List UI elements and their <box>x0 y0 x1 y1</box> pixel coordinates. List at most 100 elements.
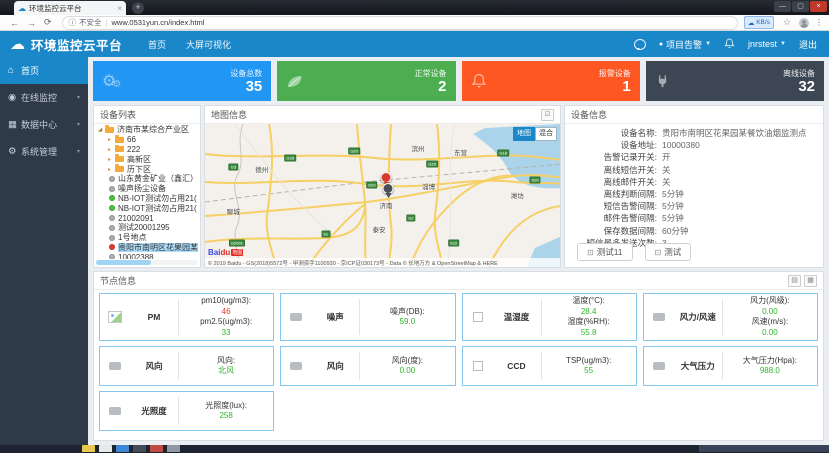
stat-card-报警设备[interactable]: 报警设备 1 <box>461 61 640 101</box>
map-canvas[interactable]: 济南 泰安 淄博 东营 滨州 德州 聊城 潍坊 G20 G35 G3 G20 G25 G2 S1 G2001… <box>205 124 560 267</box>
top-nav-item[interactable]: 大屏可视化 <box>186 38 231 51</box>
test-button[interactable]: ⊡ 测试 <box>644 243 692 261</box>
sensor-card-风向[interactable]: 风向 风向: 北风 <box>99 346 275 386</box>
sensor-card-光照度[interactable]: 光照度 光照度(lux): 258 <box>99 391 275 431</box>
bell-icon[interactable] <box>724 38 735 51</box>
tree-item[interactable]: 噪声扬尘设备 <box>96 184 198 194</box>
panel-collapse-icon[interactable]: ⊡ <box>541 108 554 121</box>
logout-button[interactable]: 退出 <box>799 38 817 51</box>
map-pin-offline-icon[interactable] <box>382 183 394 199</box>
tree-caret-icon[interactable]: ▸ <box>108 156 115 163</box>
sensor-icon <box>644 313 674 321</box>
device-info-field: 邮件告警间隔: 5分钟 <box>569 212 819 224</box>
window-minimize-button[interactable]: — <box>774 1 791 12</box>
taskbar-app-icon[interactable] <box>167 445 180 452</box>
tree-caret-icon[interactable]: ▸ <box>108 146 115 153</box>
field-value: 开 <box>662 152 671 163</box>
taskbar-app-icon[interactable] <box>150 445 163 452</box>
sensor-card-大气压力[interactable]: 大气压力 大气压力(Hpa): 988.0 <box>642 346 818 386</box>
sensor-name: 大气压力 <box>680 361 715 371</box>
sidebar-item-数据中心[interactable]: ▦ 数据中心 ▾ <box>0 111 88 138</box>
sensor-card-风向[interactable]: 风向 风向(度): 0.00 <box>280 346 456 386</box>
stat-label: 设备总数 <box>230 68 263 78</box>
sensor-metrics: 风向: 北风 <box>179 356 273 377</box>
map-type-button-混合[interactable]: 混合 <box>535 127 557 141</box>
button-label: 测试11 <box>596 247 623 257</box>
sidebar-item-系统管理[interactable]: ⚙ 系统管理 ▾ <box>0 138 88 165</box>
tree-item[interactable]: NB-IOT测试勿占用21( <box>96 194 198 204</box>
taskbar-app-icon[interactable] <box>133 445 146 452</box>
sensor-card-CCD[interactable]: CCD TSP(ug/m3): 55 <box>461 346 637 386</box>
refresh-icon[interactable]: ⟳ <box>44 17 52 28</box>
url-field[interactable]: ⓘ 不安全 | www.0531yun.cn/index.html <box>61 15 738 30</box>
stat-card-正常设备[interactable]: 正常设备 2 <box>277 61 456 101</box>
device-info-title: 设备信息 <box>571 110 608 120</box>
sidebar-item-首页[interactable]: ⌂ 首页 <box>0 57 88 84</box>
tree-item[interactable]: 山东黄金矿业（鑫汇） <box>96 174 198 184</box>
scrollbar-thumb[interactable] <box>96 260 151 265</box>
top-nav-item[interactable]: 首页 <box>148 38 166 51</box>
tree-item-label: 1号地点 <box>118 233 147 243</box>
sensor-metrics: 光照度(lux): 258 <box>179 401 273 422</box>
profile-avatar[interactable] <box>799 17 809 28</box>
play-icon: ⊡ <box>654 247 662 257</box>
taskbar-folder-icon[interactable] <box>82 445 95 452</box>
map-city-label: 德州 <box>255 167 269 175</box>
window-maximize-button[interactable]: ▢ <box>792 1 809 12</box>
bookmark-star-icon[interactable]: ☆ <box>783 17 791 28</box>
stat-card-离线设备[interactable]: 离线设备 32 <box>645 61 824 101</box>
device-status-dot <box>109 244 115 251</box>
device-status-dot <box>109 205 115 212</box>
tree-item[interactable]: 贵阳市南明区花果园某 <box>96 242 198 253</box>
sidebar-item-在线监控[interactable]: ◉ 在线监控 ▾ <box>0 84 88 111</box>
tree-item[interactable]: ▸ 222 <box>96 144 198 155</box>
taskbar-app-icon[interactable] <box>99 445 112 452</box>
tree-item[interactable]: 21002091 <box>96 213 198 223</box>
grid-view-icon[interactable]: ▤ <box>788 274 801 287</box>
tree-item[interactable]: 10002388 <box>96 252 198 259</box>
stat-card-设备总数[interactable]: ⚙ ⚙ 设备总数 35 <box>93 61 272 101</box>
metric-value: 0.00 <box>762 327 778 337</box>
taskbar-app-icon[interactable] <box>116 445 129 452</box>
map-type-button-地图[interactable]: 地图 <box>513 127 535 141</box>
back-icon[interactable]: ← <box>10 18 19 28</box>
metric-value: 北风 <box>218 366 235 375</box>
tree-caret-icon[interactable]: ◢ <box>98 127 105 133</box>
tree-item[interactable]: ▸ 历下区 <box>96 164 198 174</box>
tree-item[interactable]: 1号地点 <box>96 233 198 243</box>
test-button[interactable]: ⊡ 测试11 <box>577 243 633 261</box>
project-alarm-dropdown[interactable]: ● 项目告警 ▼ <box>659 38 711 51</box>
device-info-buttons: ⊡ 测试11 ⊡ 测试 <box>577 243 692 261</box>
sensor-card-温湿度[interactable]: 温湿度 温度(°C): 28.4 湿度(%RH): 55.8 <box>461 293 637 341</box>
browser-menu-icon[interactable]: ⋮ <box>815 18 823 27</box>
info-icon[interactable]: ⓘ <box>69 17 77 28</box>
tab-close-icon[interactable]: × <box>117 4 122 13</box>
message-icon[interactable] <box>633 38 646 50</box>
map-title: 地图信息 <box>211 110 248 120</box>
sensor-card-噪声[interactable]: 噪声 噪声(DB): 59.0 <box>280 293 456 341</box>
tree-caret-icon[interactable]: ▸ <box>108 136 115 143</box>
sensor-card-风力/风速[interactable]: 风力/风速 风力(风级): 0.00 风速(m/s): 0.00 <box>642 293 818 341</box>
sensor-card-PM[interactable]: PM pm10(ug/m3): 46 pm2.5(ug/m3): 33 <box>99 293 275 341</box>
chevron-down-icon: ▼ <box>705 41 712 47</box>
user-dropdown[interactable]: jnrstest ▼ <box>748 39 786 49</box>
metric-label: 风速(m/s): <box>751 317 789 326</box>
tree-caret-icon[interactable]: ▸ <box>108 166 115 173</box>
tree-item-label: 噪声扬尘设备 <box>118 184 166 194</box>
sensor-metrics: 温度(°C): 28.4 湿度(%RH): 55.8 <box>542 296 636 338</box>
tree-item[interactable]: ◢ 济南市某综合产业区 <box>96 125 198 135</box>
tree-item[interactable]: ▸ 高新区 <box>96 154 198 164</box>
taskbar-tray[interactable] <box>699 445 829 452</box>
device-status-dot <box>109 234 115 241</box>
tree-item[interactable]: NB-IOT测试勿占用21( <box>96 203 198 213</box>
tree-item[interactable]: 测试20001295 <box>96 223 198 233</box>
sensor-cards-grid: PM pm10(ug/m3): 46 pm2.5(ug/m3): 33 噪声 噪声(DB):… <box>99 293 818 436</box>
tree-item[interactable]: ▸ 66 <box>96 134 198 145</box>
extension-speed-badge[interactable]: ☁ KB/s <box>743 16 774 29</box>
new-tab-button[interactable]: + <box>132 2 144 14</box>
window-close-button[interactable]: × <box>810 1 827 12</box>
forward-icon[interactable]: → <box>27 18 36 28</box>
list-view-icon[interactable]: ▦ <box>804 274 817 287</box>
browser-tab[interactable]: ☁ 环境监控云平台 × <box>14 1 126 15</box>
horizontal-scrollbar[interactable] <box>96 260 198 265</box>
